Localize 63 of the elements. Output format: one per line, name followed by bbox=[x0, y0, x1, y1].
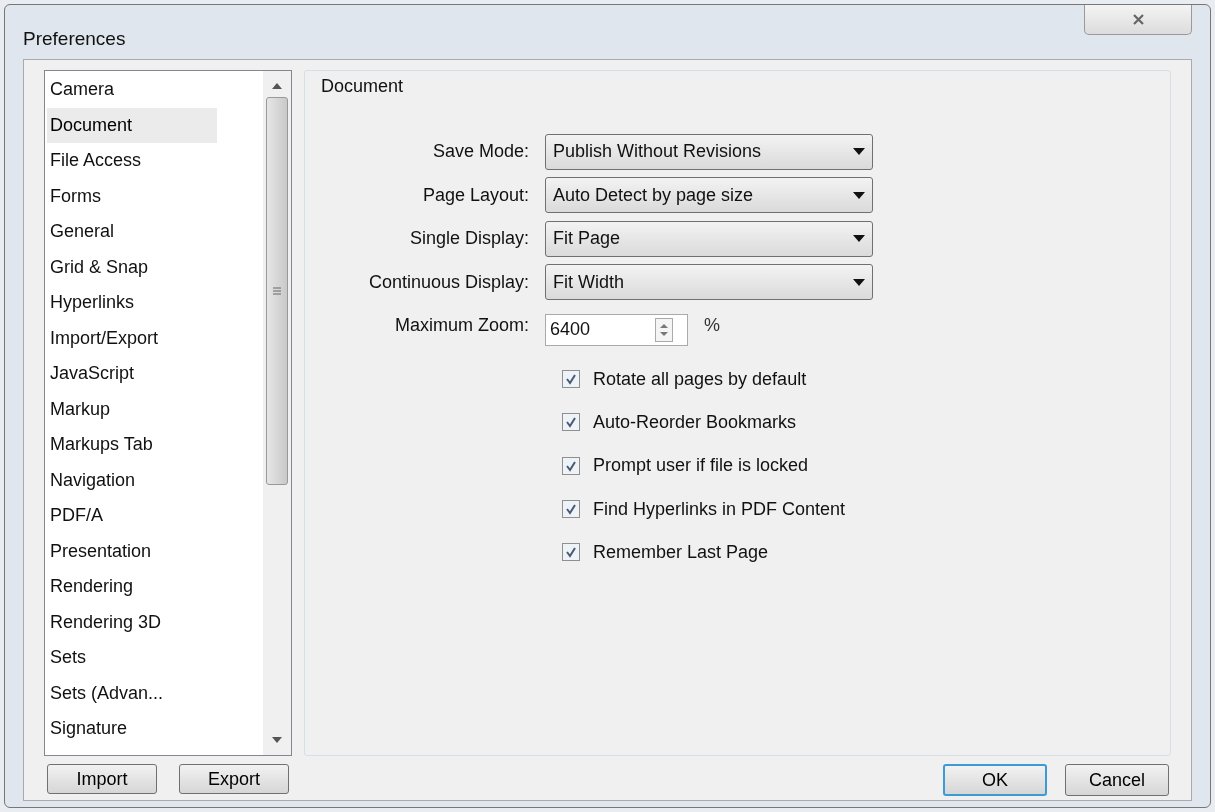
dropdown[interactable]: Auto Detect by page size bbox=[545, 177, 873, 214]
caret-icon bbox=[853, 191, 865, 199]
category-item[interactable]: Hyperlinks bbox=[47, 285, 217, 321]
spinner-arrows-icon[interactable] bbox=[655, 317, 673, 342]
check-icon bbox=[565, 503, 577, 516]
checkbox[interactable] bbox=[562, 370, 580, 389]
checkbox[interactable] bbox=[562, 413, 580, 432]
field-label: Maximum Zoom: bbox=[394, 314, 530, 338]
category-item[interactable]: Signature bbox=[47, 711, 217, 747]
group-title: Document bbox=[321, 75, 405, 98]
scrollbar[interactable] bbox=[263, 71, 291, 755]
caret-icon bbox=[853, 278, 865, 286]
unit-label: % bbox=[704, 314, 720, 338]
grip-icon bbox=[273, 287, 281, 295]
zoom-spin-field[interactable]: 6400 bbox=[545, 313, 688, 346]
checkbox-label: Prompt user if file is locked bbox=[593, 454, 809, 478]
checkbox[interactable] bbox=[562, 543, 580, 562]
checkbox[interactable] bbox=[562, 456, 580, 475]
category-item[interactable]: Navigation bbox=[47, 462, 217, 498]
close-button[interactable] bbox=[1084, 5, 1192, 35]
caret-icon bbox=[853, 235, 865, 243]
dialog-button[interactable]: OK bbox=[943, 764, 1047, 796]
check-icon bbox=[565, 373, 577, 386]
category-item[interactable]: JavaScript bbox=[47, 356, 217, 392]
field-label: Save Mode: bbox=[431, 140, 530, 164]
category-item[interactable]: Rendering bbox=[47, 569, 217, 605]
category-item[interactable]: Import/Export bbox=[47, 320, 217, 356]
dropdown[interactable]: Publish Without Revisions bbox=[545, 133, 873, 170]
checkbox-label: Rotate all pages by default bbox=[593, 367, 807, 391]
window-title: Preferences bbox=[23, 27, 126, 51]
category-item[interactable]: Markups Tab bbox=[47, 427, 217, 463]
category-item[interactable]: PDF/A bbox=[47, 498, 217, 534]
category-item[interactable]: Document bbox=[47, 107, 217, 143]
check-icon bbox=[565, 416, 577, 429]
dialog-button[interactable]: Cancel bbox=[1065, 764, 1169, 796]
sidebar-button[interactable]: Import bbox=[47, 764, 157, 794]
field-label: Single Display: bbox=[408, 227, 530, 251]
checkbox-label: Find Hyperlinks in PDF Content bbox=[593, 497, 846, 521]
check-icon bbox=[565, 546, 577, 559]
category-item[interactable]: File Access bbox=[47, 143, 217, 179]
checkbox[interactable] bbox=[562, 500, 580, 519]
checkbox-label: Remember Last Page bbox=[593, 540, 769, 564]
category-item[interactable]: Camera bbox=[47, 72, 217, 108]
field-label: Page Layout: bbox=[421, 183, 530, 207]
close-icon bbox=[1131, 13, 1145, 26]
category-item[interactable]: General bbox=[47, 214, 217, 250]
checkbox-label: Auto-Reorder Bookmarks bbox=[593, 410, 797, 434]
category-item[interactable]: Sets bbox=[47, 640, 217, 676]
check-icon bbox=[565, 459, 577, 472]
category-item[interactable]: Presentation bbox=[47, 533, 217, 569]
sidebar-button[interactable]: Export bbox=[179, 764, 289, 794]
dropdown[interactable]: Fit Width bbox=[545, 264, 873, 301]
caret-icon bbox=[853, 148, 865, 156]
category-item[interactable]: Rendering 3D bbox=[47, 604, 217, 640]
dropdown[interactable]: Fit Page bbox=[545, 220, 873, 257]
category-item[interactable]: Forms bbox=[47, 178, 217, 214]
scrollbar-thumb[interactable] bbox=[266, 97, 288, 485]
field-label: Continuous Display: bbox=[367, 270, 530, 294]
scroll-up-icon[interactable] bbox=[272, 83, 282, 89]
category-item[interactable]: Grid & Snap bbox=[47, 249, 217, 285]
category-item[interactable]: Sets (Advan... bbox=[47, 675, 217, 711]
scroll-down-icon[interactable] bbox=[272, 737, 282, 743]
category-item[interactable]: Markup bbox=[47, 391, 217, 427]
